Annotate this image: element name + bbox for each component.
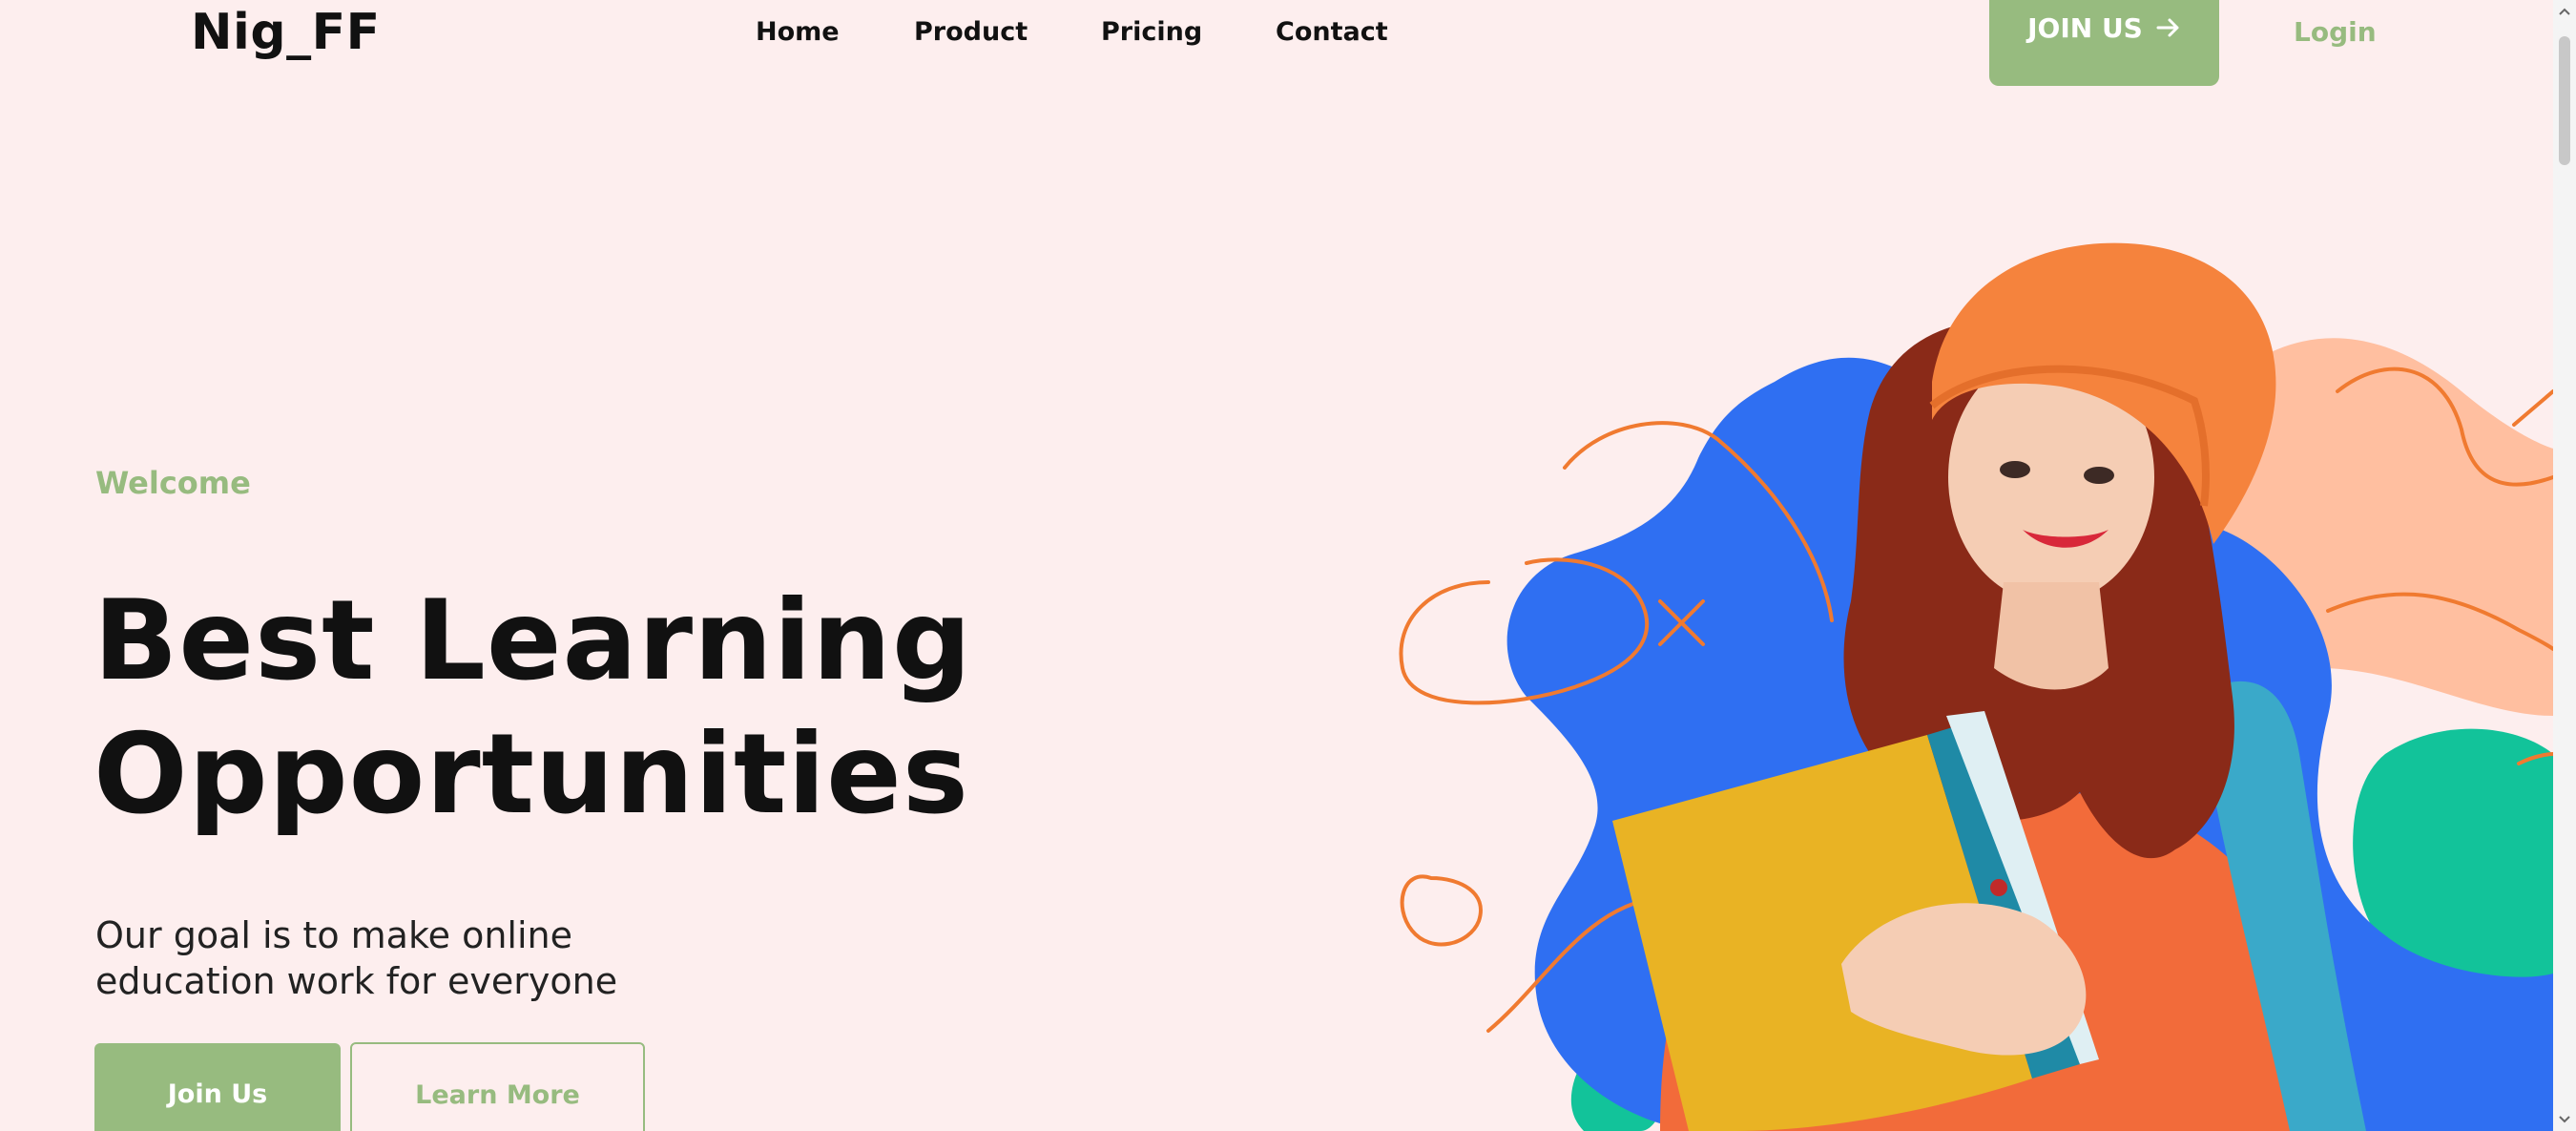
neck bbox=[1994, 582, 2109, 690]
scroll-up-icon[interactable] bbox=[2557, 4, 2572, 19]
page-scrollbar[interactable] bbox=[2553, 0, 2576, 1131]
subtext-line-2: education work for everyone bbox=[95, 960, 618, 1002]
subtext-line-1: Our goal is to make online bbox=[95, 914, 572, 956]
hero-subtext: Our goal is to make online education wor… bbox=[95, 912, 687, 1004]
learn-more-button[interactable]: Learn More bbox=[350, 1042, 645, 1131]
student-photo bbox=[1399, 242, 2553, 1131]
join-us-button[interactable]: Join Us bbox=[94, 1043, 341, 1131]
hero-headline: Best Learning Opportunities bbox=[93, 575, 1143, 842]
headline-line-1: Best Learning bbox=[93, 576, 973, 705]
brand-logo[interactable]: Nig_FF bbox=[191, 2, 381, 63]
arrow-right-icon bbox=[2156, 17, 2181, 38]
scroll-thumb[interactable] bbox=[2559, 36, 2570, 165]
nav-home[interactable]: Home bbox=[756, 17, 840, 48]
scroll-down-icon[interactable] bbox=[2557, 1112, 2572, 1127]
landing-page: Nig_FF Home Product Pricing Contact JOIN… bbox=[0, 0, 2576, 1131]
nav-product[interactable]: Product bbox=[914, 17, 1028, 48]
nav-pricing[interactable]: Pricing bbox=[1101, 17, 1202, 48]
hero-eyebrow: Welcome bbox=[95, 465, 251, 501]
headline-line-2: Opportunities bbox=[93, 710, 969, 839]
join-us-header-label: JOIN US bbox=[2027, 11, 2143, 44]
login-link[interactable]: Login bbox=[2294, 17, 2377, 48]
join-us-header-button[interactable]: JOIN US bbox=[1989, 0, 2219, 86]
nav-contact[interactable]: Contact bbox=[1276, 17, 1388, 48]
